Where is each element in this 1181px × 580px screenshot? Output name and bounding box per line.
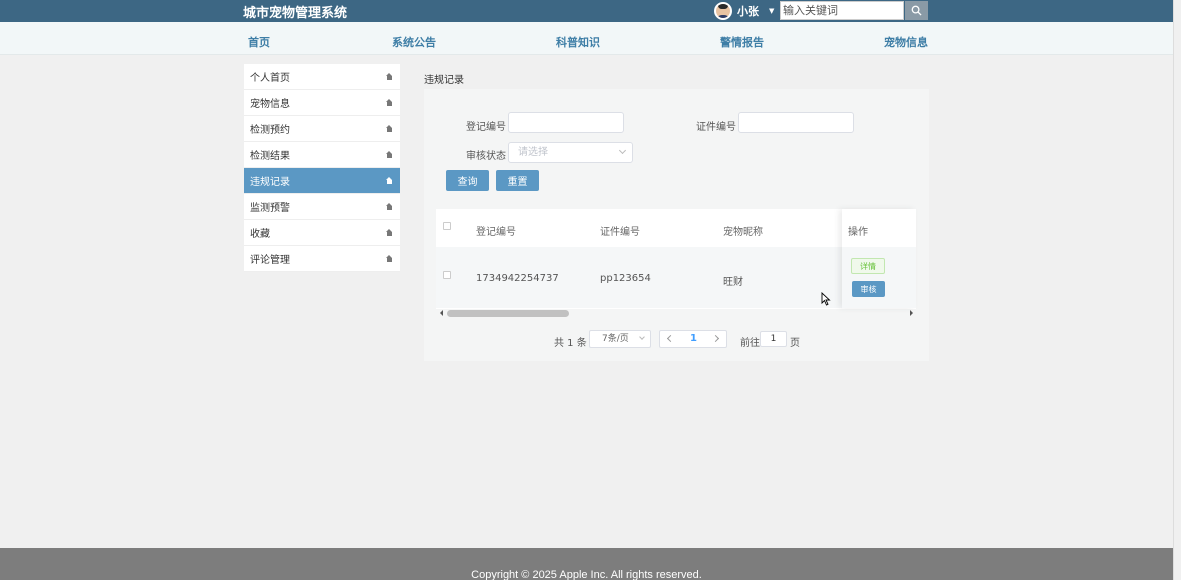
col-pet-name: 宠物昵称 (723, 227, 763, 238)
sidebar-item-label: 评论管理 (250, 255, 290, 266)
sidebar-item-label: 个人首页 (250, 73, 290, 84)
reg-no-label: 登记编号 (466, 122, 506, 133)
sidebar-item-label: 违规记录 (250, 177, 290, 188)
page-unit-label: 页 (790, 338, 800, 349)
sidebar-item-label: 监测预警 (250, 203, 290, 214)
home-icon (386, 151, 393, 158)
sidebar-item-comments[interactable]: 评论管理 (244, 246, 400, 272)
top-header: 城市宠物管理系统 小张 ▼ (0, 0, 1173, 22)
actions-cell: 详情 审核 (842, 247, 916, 308)
current-page[interactable]: 1 (690, 333, 697, 344)
col-reg-no: 登记编号 (476, 227, 516, 238)
status-label: 审核状态 (466, 151, 506, 162)
row-checkbox[interactable] (443, 271, 451, 279)
avatar[interactable] (714, 2, 732, 20)
pagination-total: 共 1 条 (554, 338, 587, 349)
sidebar-item-profile[interactable]: 个人首页 (244, 64, 400, 90)
cell-pet-name: 旺财 (723, 277, 743, 288)
sidebar-item-violations[interactable]: 违规记录 (244, 168, 400, 194)
select-all-checkbox[interactable] (443, 222, 451, 230)
goto-label: 前往 (740, 338, 760, 349)
sidebar-menu: 个人首页 宠物信息 检测预约 检测结果 违规记录 监测预警 收藏 评论管理 (244, 64, 400, 272)
detail-button[interactable]: 详情 (851, 258, 885, 274)
cert-no-label: 证件编号 (696, 122, 736, 133)
user-menu[interactable]: 小张 ▼ (714, 1, 774, 21)
sidebar-item-results[interactable]: 检测结果 (244, 142, 400, 168)
scroll-thumb[interactable] (447, 310, 569, 317)
table-horizontal-scrollbar[interactable] (440, 309, 914, 318)
scroll-right-arrow-icon[interactable] (910, 310, 913, 316)
violations-table: 登记编号 证件编号 宠物昵称 1734942254737 pp123654 旺财… (436, 209, 916, 309)
nav-alert-reports[interactable]: 警情报告 (720, 34, 764, 50)
audit-button[interactable]: 审核 (852, 281, 885, 297)
col-actions: 操作 (848, 227, 868, 238)
site-title: 城市宠物管理系统 (243, 6, 348, 21)
prev-page-icon[interactable] (666, 334, 675, 343)
sidebar-item-appointments[interactable]: 检测预约 (244, 116, 400, 142)
search-button[interactable] (905, 1, 928, 20)
reset-button[interactable]: 重置 (496, 170, 539, 191)
sidebar-item-pet-info[interactable]: 宠物信息 (244, 90, 400, 116)
sidebar-item-label: 检测结果 (250, 151, 290, 162)
chevron-down-icon (618, 146, 627, 155)
home-icon (386, 255, 393, 262)
pager: 1 (659, 330, 727, 348)
search-input[interactable] (780, 1, 904, 20)
nav-knowledge[interactable]: 科普知识 (556, 34, 600, 50)
home-icon (386, 229, 393, 236)
cert-no-input[interactable] (738, 112, 854, 133)
status-select-placeholder: 请选择 (518, 147, 548, 158)
reg-no-input[interactable] (508, 112, 624, 133)
cell-cert-no: pp123654 (600, 273, 651, 284)
search-icon (911, 5, 922, 16)
col-cert-no: 证件编号 (600, 227, 640, 238)
goto-page-input[interactable]: 1 (760, 331, 787, 347)
query-button[interactable]: 查询 (446, 170, 489, 191)
footer: Copyright © 2025 Apple Inc. All rights r… (0, 548, 1173, 580)
main-nav: 首页 系统公告 科普知识 警情报告 宠物信息 (0, 22, 1173, 55)
page-title: 违规记录 (424, 75, 464, 86)
home-icon (386, 99, 393, 106)
user-name[interactable]: 小张 (737, 3, 759, 19)
sidebar-item-label: 检测预约 (250, 125, 290, 136)
sidebar-item-favorites[interactable]: 收藏 (244, 220, 400, 246)
nav-home[interactable]: 首页 (248, 34, 270, 50)
cell-reg-no: 1734942254737 (476, 273, 559, 284)
next-page-icon[interactable] (711, 334, 720, 343)
caret-down-icon[interactable]: ▼ (769, 7, 774, 15)
page-size-select[interactable]: 7条/页 (589, 330, 651, 348)
status-select[interactable]: 请选择 (508, 142, 633, 163)
mouse-cursor-icon (821, 292, 831, 306)
home-icon (386, 203, 393, 210)
copyright-text: Copyright © 2025 Apple Inc. All rights r… (471, 569, 702, 580)
page-size-value: 7条/页 (602, 334, 629, 344)
nav-pet-info[interactable]: 宠物信息 (884, 34, 928, 50)
content-panel: 登记编号 证件编号 审核状态 请选择 查询 重置 登记编号 证件编号 宠物昵称 … (424, 89, 929, 361)
home-icon (386, 73, 393, 80)
sidebar-item-label: 收藏 (250, 229, 270, 240)
home-icon (386, 177, 393, 184)
home-icon (386, 125, 393, 132)
actions-column: 操作 详情 审核 (842, 209, 916, 308)
nav-announcements[interactable]: 系统公告 (392, 34, 436, 50)
page-vertical-scrollbar[interactable] (1173, 0, 1181, 580)
chevron-down-icon (639, 334, 645, 340)
sidebar-item-warnings[interactable]: 监测预警 (244, 194, 400, 220)
sidebar-item-label: 宠物信息 (250, 99, 290, 110)
scroll-left-arrow-icon[interactable] (440, 310, 443, 316)
